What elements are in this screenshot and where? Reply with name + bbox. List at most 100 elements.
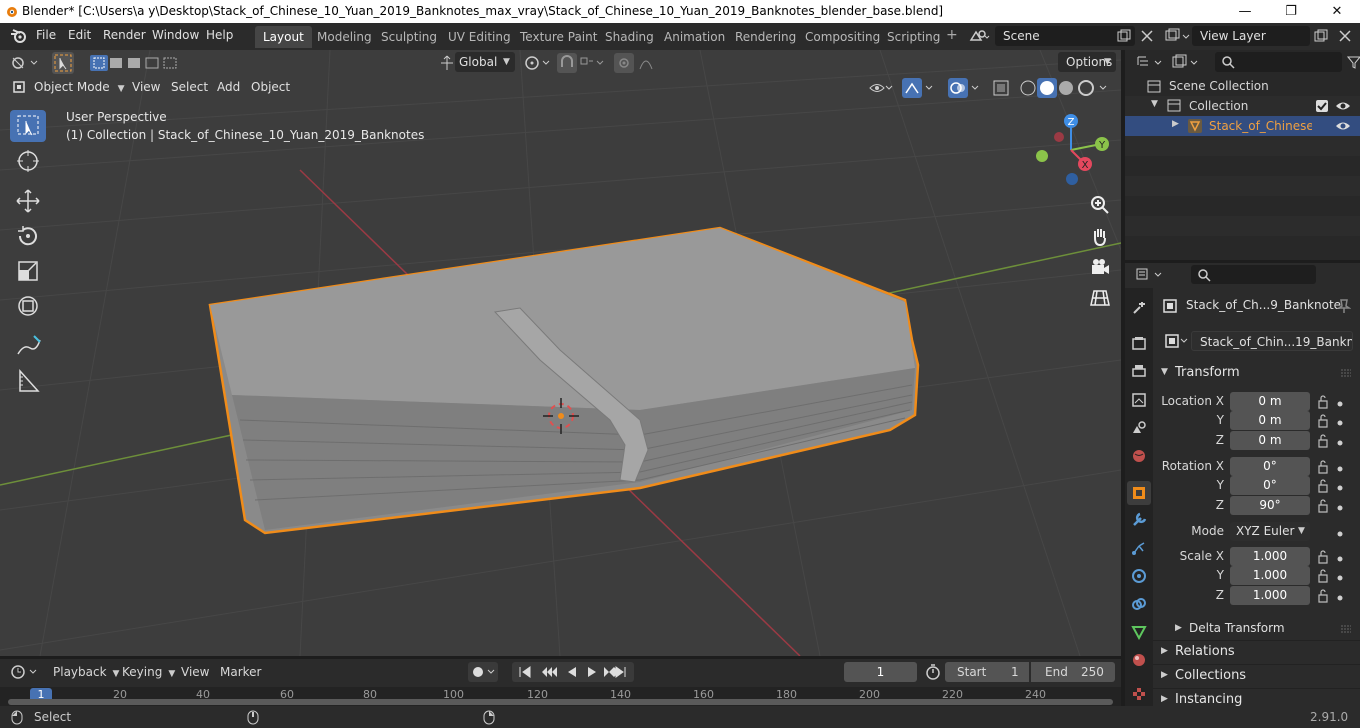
current-frame-field[interactable]: 1 [844,662,917,682]
lock-and-keyframe-column[interactable] [1315,393,1355,608]
collapse-arrow-icon[interactable]: ▼ [1151,99,1158,109]
data-tab-icon[interactable] [1131,624,1147,640]
pin-icon[interactable] [1337,298,1351,314]
modifier-tab-icon[interactable] [1131,512,1147,528]
rotation-x-field[interactable]: 0° [1230,457,1310,476]
delta-transform-expand-icon[interactable]: ▶ [1175,623,1182,633]
delete-scene-icon[interactable] [1140,29,1154,43]
instancing-expand-icon[interactable]: ▶ [1161,694,1168,704]
measure-tool[interactable] [10,365,46,397]
location-z-field[interactable]: 0 m [1230,431,1310,450]
texture-tab-icon[interactable] [1131,686,1147,702]
tab-modeling[interactable]: Modeling [309,26,380,48]
transform-collapse-icon[interactable]: ▼ [1161,367,1168,377]
orientation-dropdown[interactable]: Global ▼ [455,52,515,72]
eye-icon[interactable] [1335,100,1351,112]
menu-file[interactable]: File [36,28,56,42]
filter-icon[interactable] [1347,55,1360,69]
new-scene-icon[interactable] [1117,29,1131,43]
particles-tab-icon[interactable] [1131,540,1147,556]
object-name[interactable]: Stack_of_Ch...9_Banknote [1186,298,1341,312]
scale-y-field[interactable]: 1.000 [1230,566,1310,585]
exclude-checkbox[interactable] [1316,100,1328,112]
tab-texture-paint[interactable]: Texture Paint [512,26,605,48]
tab-sculpting[interactable]: Sculpting [373,26,445,48]
gizmo-neg-x[interactable] [1054,132,1064,142]
scale-tool[interactable] [10,255,46,287]
menu-help[interactable]: Help [206,28,233,42]
menu-window[interactable]: Window [152,28,199,42]
menu-edit[interactable]: Edit [68,28,91,42]
collections-panel-header[interactable]: Collections [1175,668,1246,683]
blender-menu-icon[interactable] [10,28,28,44]
rotation-z-field[interactable]: 90° [1230,496,1310,515]
new-view-layer-icon[interactable] [1314,29,1328,43]
render-tab-icon[interactable] [1131,335,1147,351]
gizmo-neg-z[interactable] [1066,173,1078,185]
3d-viewport[interactable]: Global ▼ Options ▼ Object Mode ▼ View Selec… [0,50,1121,656]
tab-layout[interactable]: Layout [255,26,312,48]
view-layer-tab-icon[interactable] [1131,392,1147,408]
add-workspace-icon[interactable]: + [946,27,958,43]
editor-type-icon[interactable] [10,55,40,71]
menu-render[interactable]: Render [103,28,146,42]
scene-icon[interactable] [968,28,990,44]
frame-ruler[interactable]: 1 20 40 60 80 100 120 140 160 180 200 22… [0,687,1121,706]
view-layer-field[interactable]: View Layer [1192,26,1310,46]
viewport-menu-select[interactable]: Select [171,77,208,97]
pivot-point-icon[interactable] [523,54,553,72]
cursor-tool[interactable] [10,145,46,177]
expand-arrow-icon[interactable]: ▶ [1172,119,1179,129]
data-browse-button[interactable] [1161,331,1191,351]
properties-editor-type-icon[interactable] [1135,266,1165,284]
location-x-field[interactable]: 0 m [1230,392,1310,411]
viewport-menu-add[interactable]: Add [217,77,240,97]
minimize-button[interactable]: — [1222,0,1268,23]
display-mode-icon[interactable] [1171,54,1201,72]
pan-button[interactable] [1086,222,1114,250]
tab-uv-editing[interactable]: UV Editing [440,26,519,48]
view-layer-icon[interactable] [1164,27,1192,45]
timeline-editor-type-icon[interactable] [10,663,40,681]
auto-keying-icon[interactable] [468,662,498,682]
delete-view-layer-icon[interactable] [1338,29,1352,43]
properties-search-input[interactable] [1191,265,1316,284]
rotation-mode-dropdown[interactable]: XYZ Euler ▼ [1230,522,1310,541]
constraints-tab-icon[interactable] [1131,596,1147,612]
rotation-y-field[interactable]: 0° [1230,476,1310,495]
snap-icon[interactable] [557,53,609,73]
annotate-tool[interactable] [10,330,46,362]
viewport-menu-view[interactable]: View [132,77,160,97]
perspective-toggle-button[interactable] [1086,284,1114,312]
instancing-panel-header[interactable]: Instancing [1175,692,1242,707]
data-name-field[interactable]: Stack_of_Chin...19_Banknotes [1191,331,1353,351]
navigation-gizmo[interactable]: Z Y X [1030,112,1120,192]
tab-rendering[interactable]: Rendering [727,26,804,48]
scene-tab-icon[interactable] [1131,420,1147,436]
start-frame-field[interactable]: Start 1 [945,662,1029,682]
transform-panel-header[interactable]: Transform [1175,365,1240,380]
relations-expand-icon[interactable]: ▶ [1161,646,1168,656]
output-tab-icon[interactable] [1131,363,1147,379]
timeline-menu-keying[interactable]: Keying ▼ [122,665,175,679]
tab-scripting[interactable]: Scripting [879,26,948,48]
viewport-shading-controls[interactable] [866,78,1116,98]
outliner-editor-type-icon[interactable] [1135,54,1165,72]
move-tool[interactable] [10,185,46,217]
drag-handle-icon[interactable] [1339,367,1353,379]
outliner-search-input[interactable] [1215,52,1342,72]
delta-transform-header[interactable]: Delta Transform [1189,621,1285,635]
transform-tool[interactable] [10,290,46,322]
timeline-menu-marker[interactable]: Marker [220,665,261,679]
end-frame-field[interactable]: End 250 [1031,662,1115,682]
timeline-menu-playback[interactable]: Playback ▼ [53,665,119,679]
stopwatch-icon[interactable] [925,663,941,681]
collections-expand-icon[interactable]: ▶ [1161,670,1168,680]
select-box-tool[interactable] [10,110,46,142]
scene-field[interactable]: Scene [995,26,1135,46]
gizmo-neg-y[interactable] [1036,150,1048,162]
eye-icon[interactable] [1335,120,1351,132]
relations-panel-header[interactable]: Relations [1175,644,1235,659]
camera-view-button[interactable] [1086,253,1114,281]
tool-tab-icon[interactable] [1131,300,1147,316]
